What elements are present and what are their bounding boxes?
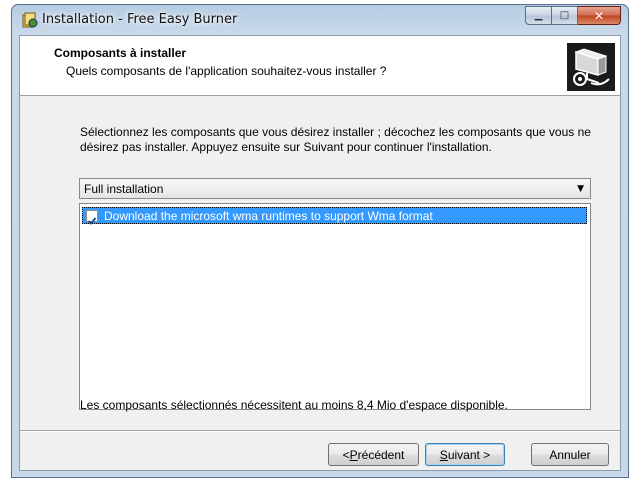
- page-subtitle: Quels composants de l'application souhai…: [66, 64, 387, 78]
- bottom-separator: [20, 430, 620, 432]
- next-accelerator: S: [439, 447, 448, 462]
- cancel-button[interactable]: Annuler: [531, 443, 609, 466]
- component-label: Download the microsoft wma runtimes to s…: [104, 209, 433, 223]
- component-item-wma-runtimes[interactable]: Download the microsoft wma runtimes to s…: [82, 207, 587, 225]
- title-bar[interactable]: Installation - Free Easy Burner ▁ □ ✕: [12, 5, 628, 35]
- page-title: Composants à installer: [54, 46, 187, 60]
- back-label: récédent: [357, 447, 405, 462]
- wizard-page: Composants à installer Quels composants …: [19, 35, 621, 471]
- window-title: Installation - Free Easy Burner: [42, 12, 238, 27]
- close-button[interactable]: ✕: [578, 6, 621, 25]
- installer-window: Installation - Free Easy Burner ▁ □ ✕ Co…: [11, 4, 629, 478]
- dropdown-arrow-icon: ▼: [577, 184, 584, 194]
- setup-type-value: Full installation: [84, 182, 164, 196]
- setup-type-dropdown[interactable]: Full installation ▼: [79, 178, 591, 199]
- maximize-button[interactable]: □: [552, 6, 578, 25]
- space-required-text: Les composants sélectionnés nécessitent …: [80, 398, 508, 412]
- instructions-text: Sélectionnez les composants que vous dés…: [80, 125, 591, 154]
- maximize-icon: □: [559, 10, 570, 21]
- checkmark-icon: [87, 217, 97, 225]
- back-accelerator: P: [349, 447, 358, 462]
- setup-computer-icon: [567, 43, 615, 91]
- minimize-button[interactable]: ▁: [525, 6, 552, 25]
- component-checkbox[interactable]: [86, 210, 98, 225]
- wizard-header: Composants à installer Quels composants …: [20, 36, 620, 96]
- back-prefix: <: [342, 447, 350, 462]
- caption-buttons: ▁ □ ✕: [525, 6, 621, 25]
- installer-app-icon: [22, 12, 38, 28]
- next-label: uivant >: [447, 447, 491, 462]
- minimize-icon: ▁: [534, 10, 543, 21]
- close-icon: ✕: [593, 8, 605, 23]
- back-button[interactable]: < Précédent: [328, 443, 419, 466]
- components-list[interactable]: Download the microsoft wma runtimes to s…: [79, 203, 591, 410]
- next-button[interactable]: Suivant >: [425, 443, 505, 466]
